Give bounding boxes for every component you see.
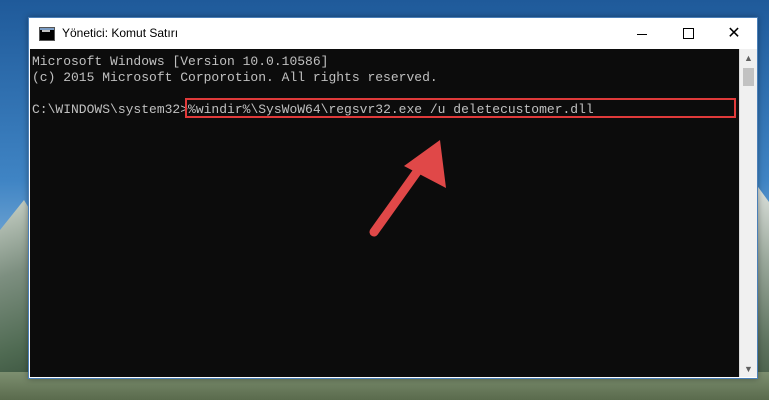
minimize-button[interactable] [619, 18, 665, 49]
scroll-down-icon[interactable]: ▼ [740, 360, 757, 377]
cmd-app-icon[interactable] [39, 27, 55, 41]
console-line-version: Microsoft Windows [Version 10.0.10586] [32, 54, 329, 69]
red-arrow-icon [369, 140, 446, 237]
minimize-icon [637, 34, 647, 35]
vertical-scrollbar[interactable]: ▲ ▼ [739, 49, 757, 377]
command-highlight-box [185, 98, 736, 118]
title-bar[interactable]: Yönetici: Komut Satırı ✕ [29, 18, 757, 49]
console-line-copyright: (c) 2015 Microsoft Corporotion. All righ… [32, 70, 438, 85]
maximize-button[interactable] [665, 18, 711, 49]
close-icon: ✕ [727, 24, 741, 42]
maximize-icon [682, 28, 694, 39]
console-output[interactable]: Microsoft Windows [Version 10.0.10586] (… [30, 49, 739, 377]
console-prompt: C:\WINDOWS\system32> [32, 102, 189, 117]
close-button[interactable]: ✕ [711, 18, 757, 49]
scroll-up-icon[interactable]: ▲ [740, 49, 757, 66]
scroll-thumb[interactable] [743, 68, 754, 86]
window-title: Yönetici: Komut Satırı [62, 26, 179, 40]
command-prompt-window: Yönetici: Komut Satırı ✕ Microsoft Windo… [28, 17, 758, 379]
